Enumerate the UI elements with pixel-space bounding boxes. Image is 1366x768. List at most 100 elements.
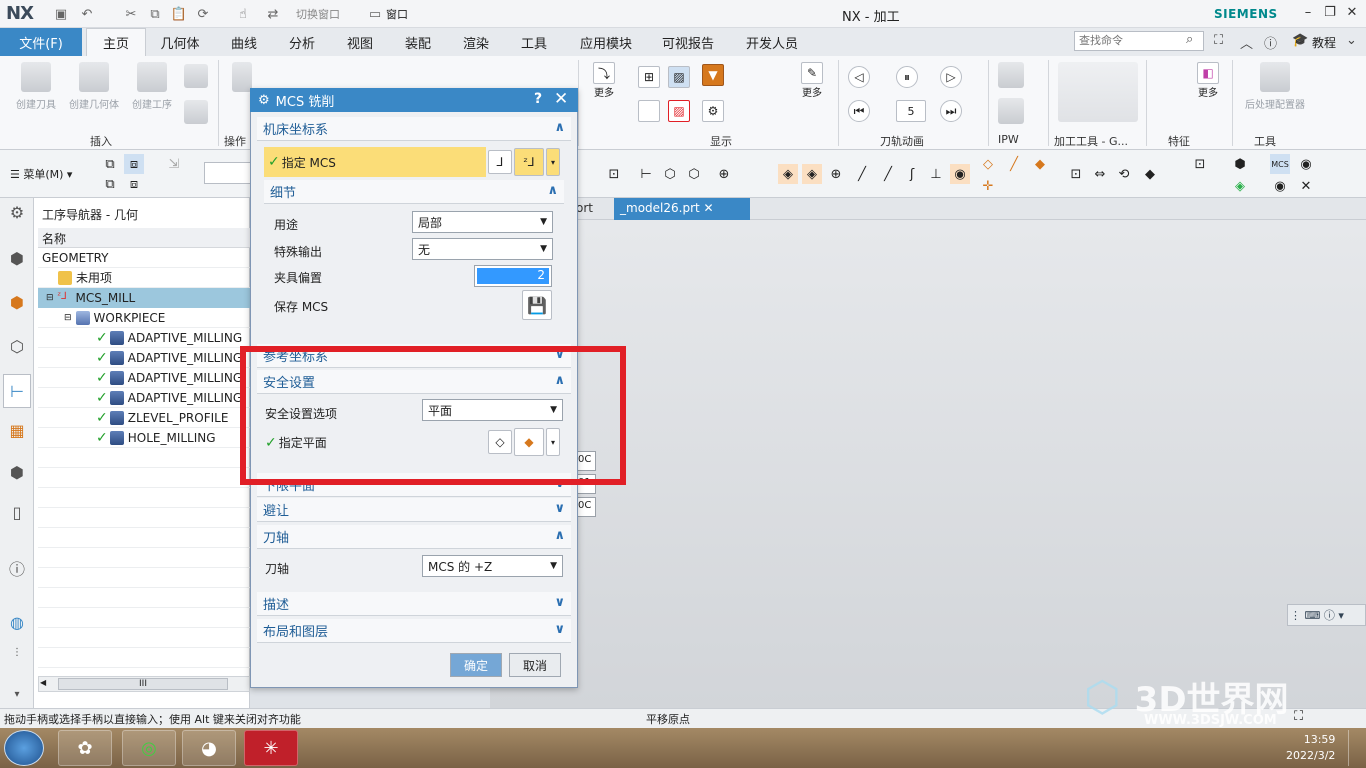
tab-render[interactable]: 渲染: [450, 28, 502, 56]
specify-mcs-row[interactable]: ✓ 指定 MCS: [264, 147, 486, 177]
resource-scroll-icon[interactable]: ⋮: [5, 640, 29, 664]
snap-point-icon[interactable]: ⊡: [604, 164, 624, 184]
tab-view[interactable]: 视图: [334, 28, 386, 56]
quadrant-icon[interactable]: ◇: [978, 154, 998, 174]
purpose-select[interactable]: 局部 ▼: [412, 211, 553, 233]
snap-on-curve-icon[interactable]: ⊕: [714, 164, 734, 184]
settings-icon[interactable]: ⚙: [5, 200, 29, 224]
show-face-icon[interactable]: ◈: [778, 164, 798, 184]
tab-curve[interactable]: 曲线: [218, 28, 270, 56]
snap-icon[interactable]: ⧉: [100, 174, 120, 194]
tree-row-operation[interactable]: ✓ ADAPTIVE_MILLING: [38, 388, 250, 408]
reuse-library-icon[interactable]: ⬢: [5, 460, 29, 484]
filter-icon[interactable]: ⧉: [100, 154, 120, 174]
tree-row-operation[interactable]: ✓ ADAPTIVE_MILLING: [38, 368, 250, 388]
snap-grid-icon[interactable]: ⧈: [124, 174, 144, 194]
play-backward-icon[interactable]: ◁: [848, 66, 870, 88]
taskbar-app-icon[interactable]: ✿: [58, 730, 112, 766]
postprocessor-button[interactable]: 后处理配置器: [1240, 62, 1310, 111]
doc-tab-previous[interactable]: ort: [576, 201, 593, 215]
copy-icon[interactable]: ⧉: [146, 5, 164, 23]
tab-developer[interactable]: 开发人员: [736, 28, 808, 56]
target-icon[interactable]: ⊕: [826, 164, 846, 184]
tree-row-operation[interactable]: ✓ ZLEVEL_PROFILE: [38, 408, 250, 428]
assembly-filter-icon[interactable]: ⇲: [164, 154, 184, 174]
tree-row-unused[interactable]: 未用项: [38, 268, 250, 288]
taskbar-app-icon[interactable]: ◎: [122, 730, 176, 766]
tutorial-icon[interactable]: 🎓: [1292, 33, 1308, 48]
scroll-left-icon[interactable]: ◀: [40, 678, 46, 687]
section-avoidance[interactable]: 避让 ∨: [257, 498, 571, 522]
view-rotate-icon[interactable]: ⟲: [1114, 164, 1134, 184]
show-body-icon[interactable]: ◈: [802, 164, 822, 184]
mini-toolbar[interactable]: ⋮ ⌨ ⓘ ▾: [1287, 604, 1366, 626]
collapse-caret-icon[interactable]: ∧: [554, 120, 565, 135]
wcs-icon[interactable]: MCS: [1270, 154, 1290, 174]
curve-icon[interactable]: ʃ: [902, 164, 922, 184]
tree-row-mcs-mill[interactable]: ⊟ ᶻ⅃ MCS_MILL: [38, 288, 250, 308]
collapse-ribbon-icon[interactable]: ︿: [1240, 33, 1253, 52]
center-icon[interactable]: ◉: [950, 164, 970, 184]
tutorial-link[interactable]: 教程: [1312, 34, 1336, 51]
section-details[interactable]: 细节 ∧: [264, 180, 564, 204]
doc-tab-close-icon[interactable]: ✕: [704, 201, 714, 215]
tangent-icon[interactable]: ⊥: [926, 164, 946, 184]
doc-tab-active[interactable]: _model26.prt ✕: [614, 198, 750, 220]
taskbar-app-icon[interactable]: ✳: [244, 730, 298, 766]
more-feature-button[interactable]: ◧ 更多: [1190, 62, 1226, 99]
resource-more-icon[interactable]: ▾: [5, 682, 29, 706]
section-description[interactable]: 描述 ∨: [257, 592, 571, 616]
fullscreen-icon[interactable]: ⛶: [1214, 33, 1223, 48]
cube-view-icon[interactable]: ⬢: [1230, 154, 1250, 174]
section-display-icon[interactable]: ▨: [668, 100, 690, 122]
view-fit-icon[interactable]: ⊡: [1066, 164, 1086, 184]
tree-row-operation[interactable]: ✓ HOLE_MILLING: [38, 428, 250, 448]
command-search-input[interactable]: [1074, 31, 1204, 51]
ribbon-options-icon[interactable]: ⌄: [1346, 33, 1357, 48]
hatch-display-icon[interactable]: ▨: [668, 66, 690, 88]
tab-file[interactable]: 文件(F): [0, 28, 82, 56]
view-shade-icon[interactable]: ◆: [1140, 164, 1160, 184]
window-menu[interactable]: 窗口: [386, 6, 408, 22]
grid-display-icon[interactable]: ⊞: [638, 66, 660, 88]
pause-icon[interactable]: ⏸: [896, 66, 918, 88]
cut-icon[interactable]: ✂: [122, 5, 140, 23]
dialog-close-icon[interactable]: ✕: [554, 89, 568, 109]
layer-icon[interactable]: ◈: [1230, 176, 1250, 196]
snap-end-icon[interactable]: ⊢: [636, 164, 656, 184]
create-operation-button[interactable]: 创建工序: [126, 62, 178, 111]
dynamic-input-field[interactable]: 0C: [576, 497, 596, 517]
dialog-title-bar[interactable]: ⚙ MCS 铣削: [250, 88, 578, 112]
step-backward-icon[interactable]: ⏮: [848, 100, 870, 122]
tool-display-icon[interactable]: ▼: [702, 64, 724, 86]
tab-assembly[interactable]: 装配: [392, 28, 444, 56]
tool-axis-select[interactable]: MCS 的 +Z ▼: [422, 555, 563, 577]
dialog-help-icon[interactable]: ?: [534, 91, 542, 107]
section-layout-layers[interactable]: 布局和图层 ∨: [257, 619, 571, 643]
point-on-face-icon[interactable]: ✛: [978, 176, 998, 196]
animation-speed-stepper[interactable]: 5: [896, 100, 926, 122]
tree-row-operation[interactable]: ✓ ADAPTIVE_MILLING: [38, 348, 250, 368]
menu-button[interactable]: ☰ 菜单(M) ▾: [10, 166, 72, 182]
create-geometry-button[interactable]: 创建几何体: [64, 62, 124, 111]
ok-button[interactable]: 确定: [450, 653, 502, 677]
ipw-display-icon[interactable]: [998, 98, 1024, 124]
create-tool-button[interactable]: 创建刀具: [10, 62, 62, 111]
tab-analysis[interactable]: 分析: [276, 28, 328, 56]
csys-dialog-icon[interactable]: ⅃: [488, 150, 512, 174]
type-filter-select[interactable]: [204, 162, 252, 184]
show-desktop-button[interactable]: [1348, 730, 1364, 766]
arc-icon[interactable]: ╱: [878, 164, 898, 184]
collapse-icon[interactable]: ⊟: [64, 313, 72, 323]
expand-caret-icon[interactable]: ∨: [554, 595, 565, 610]
csys-dropdown-icon[interactable]: ▾: [546, 148, 560, 176]
close-icon[interactable]: ✕: [1342, 5, 1362, 23]
more-view-button[interactable]: ✎ 更多: [794, 62, 830, 99]
tab-applications[interactable]: 应用模块: [570, 28, 642, 56]
collapse-caret-icon[interactable]: ∧: [554, 528, 565, 543]
tree-row-workpiece[interactable]: ⊟ WORKPIECE: [38, 308, 250, 328]
more-display-button[interactable]: ⤵ 更多: [586, 62, 622, 99]
undo-icon[interactable]: ↶: [78, 5, 96, 23]
show-hide-icon[interactable]: ◉: [1296, 154, 1316, 174]
column-header-name[interactable]: 名称: [38, 228, 250, 248]
